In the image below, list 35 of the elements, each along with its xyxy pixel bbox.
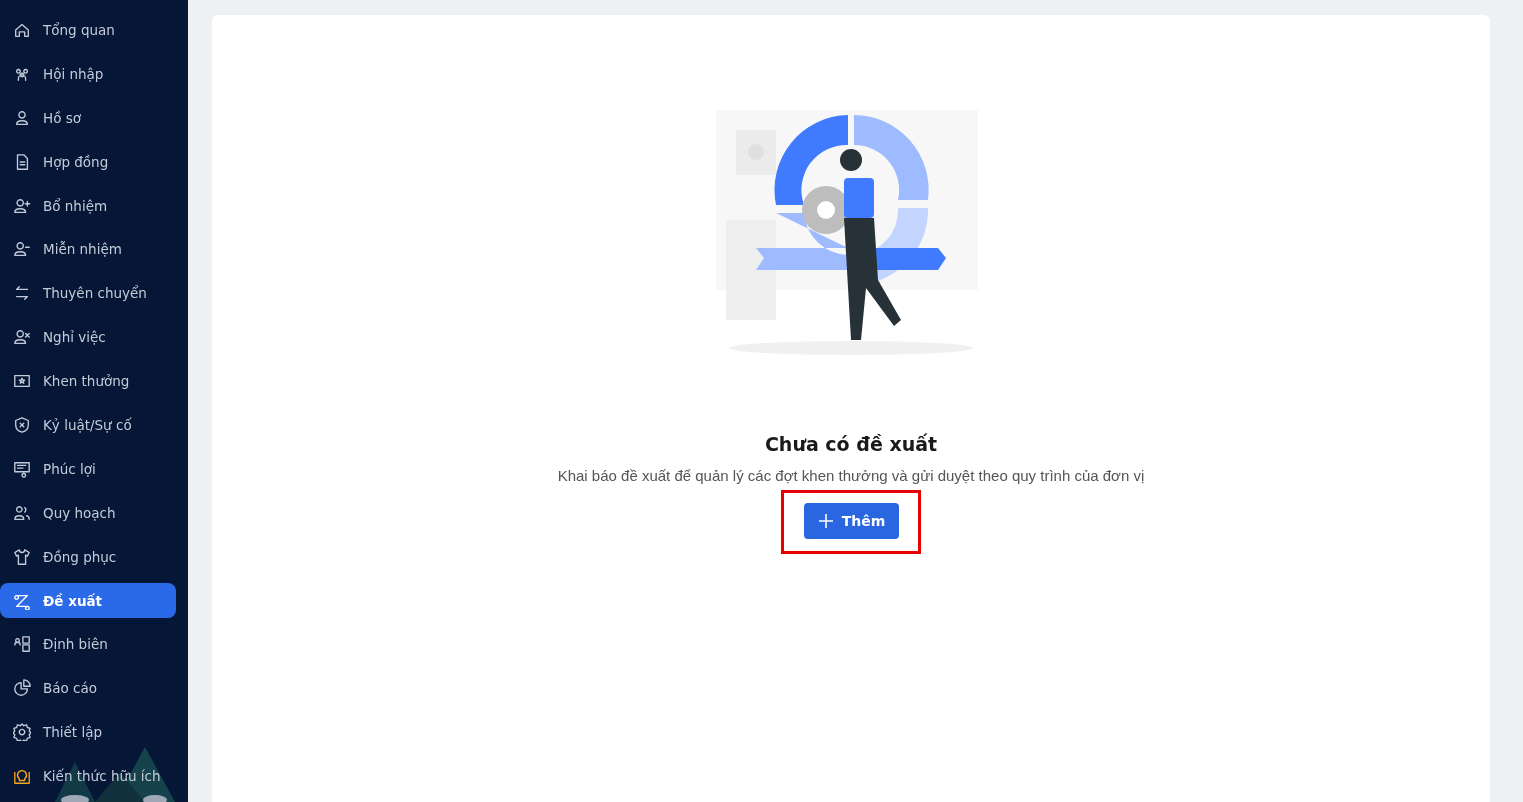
sidebar-item[interactable]: Thuyên chuyển [0, 275, 176, 312]
plus-icon [817, 513, 834, 529]
sidebar-item[interactable]: Kỷ luật/Sự cố [0, 407, 176, 443]
sidebar-item[interactable]: Quy hoạch [0, 494, 176, 531]
menu-item-icon [13, 196, 31, 215]
menu-item-icon [13, 723, 31, 742]
menu-item-icon [13, 108, 31, 127]
menu-item-icon [13, 635, 31, 654]
sidebar-item[interactable]: Hợp đồng [0, 143, 176, 180]
menu-item-icon [13, 415, 31, 434]
sidebar-item[interactable]: Đồng phục [0, 538, 176, 575]
menu-item-icon [13, 240, 31, 259]
sidebar-item[interactable]: Đề xuất [0, 582, 176, 619]
menu-item-icon [13, 284, 31, 303]
sidebar-item[interactable]: Báo cáo [0, 670, 176, 707]
sidebar-item[interactable]: Định biên [0, 626, 176, 663]
sidebar-item[interactable]: Miễn nhiệm [0, 231, 176, 268]
sidebar-item[interactable]: Nghỉ việc [0, 319, 176, 356]
sidebar-item[interactable]: Hồ sơ [0, 99, 176, 136]
menu-item-icon [13, 459, 31, 478]
add-button[interactable]: Thêm [803, 503, 900, 539]
menu-item-icon [13, 679, 31, 698]
sidebar-item[interactable]: Hội nhập [0, 55, 176, 92]
sidebar-item[interactable]: Bổ nhiệm [0, 187, 176, 224]
empty-state-title: Chưa có đề xuất [764, 433, 938, 455]
sidebar-item[interactable]: Tổng quan [0, 12, 176, 48]
sidebar-item[interactable]: Khen thưởng [0, 363, 176, 399]
sidebar-item[interactable]: Thiết lập [0, 714, 176, 751]
sidebar-item[interactable]: Kiến thức hữu ích [0, 758, 176, 795]
sidebar-item[interactable]: Phúc lợi [0, 450, 176, 487]
menu-item-icon [13, 547, 31, 566]
empty-state-description: Khai báo đề xuất để quản lý các đợt khen thưởng và gửi duyệt theo quy trình của đơn vị [557, 467, 1145, 484]
menu-item-icon [13, 767, 31, 786]
menu-item-icon [13, 328, 31, 347]
menu-item-icon [13, 503, 31, 522]
